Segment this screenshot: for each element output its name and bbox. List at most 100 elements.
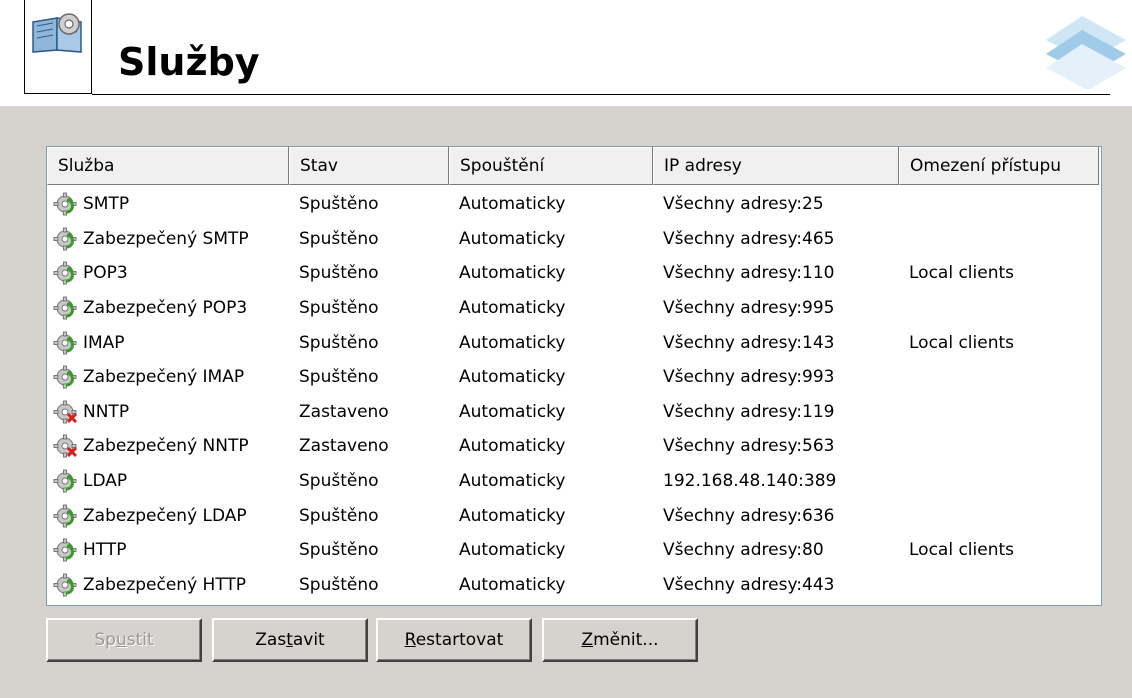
service-name-cell: Zabezpečený SMTP — [47, 227, 289, 251]
column-header-startup[interactable]: Spouštění — [449, 147, 653, 185]
startup-cell: Automaticky — [459, 298, 566, 319]
ip-cell: Všechny adresy:143 — [663, 332, 835, 353]
service-running-icon — [53, 296, 81, 320]
service-running-icon — [53, 331, 81, 355]
startup-cell: Automaticky — [459, 228, 566, 249]
table-row[interactable]: NNTP Zastaveno Automaticky Všechny adresy:1… — [47, 395, 1101, 430]
column-header-service[interactable]: Služba — [47, 147, 289, 185]
startup-cell: Automaticky — [459, 263, 566, 284]
service-name-cell: Zabezpečený IMAP — [47, 365, 289, 389]
column-header-status[interactable]: Stav — [289, 147, 449, 185]
startup-cell: Automaticky — [459, 505, 566, 526]
service-name-cell: Zabezpečený POP3 — [47, 296, 289, 320]
startup-cell: Automaticky — [459, 332, 566, 353]
service-name-cell: SMTP — [47, 192, 289, 216]
service-name: Zabezpečený NNTP — [83, 436, 249, 457]
service-name-cell: LDAP — [47, 469, 289, 493]
startup-cell: Automaticky — [459, 401, 566, 422]
ip-cell: Všechny adresy:110 — [663, 263, 835, 284]
access-cell: Local clients — [909, 263, 1015, 284]
table-row[interactable]: Zabezpečený HTTP Spuštěno Automaticky Všech… — [47, 568, 1101, 603]
restart-button[interactable]: Restartovat — [376, 618, 532, 662]
service-stopped-icon — [53, 400, 81, 424]
service-name: IMAP — [83, 332, 125, 353]
service-name-cell: IMAP — [47, 331, 289, 355]
table-body: SMTP Spuštěno Automaticky Všechny adresy:25… — [47, 187, 1101, 602]
page-header: Služby — [0, 0, 1132, 106]
status-cell: Zastaveno — [299, 401, 389, 422]
ip-cell: Všechny adresy:465 — [663, 228, 835, 249]
status-cell: Spuštěno — [299, 367, 379, 388]
services-book-icon — [24, 0, 92, 94]
status-cell: Spuštěno — [299, 471, 379, 492]
startup-cell: Automaticky — [459, 367, 566, 388]
column-header-ip[interactable]: IP adresy — [653, 147, 899, 185]
status-cell: Spuštěno — [299, 332, 379, 353]
start-button-hotkey: u — [115, 630, 127, 650]
status-cell: Spuštěno — [299, 540, 379, 561]
ip-cell: Všechny adresy:563 — [663, 436, 835, 457]
status-cell: Spuštěno — [299, 228, 379, 249]
page-title: Služby — [118, 40, 260, 84]
service-running-icon — [53, 227, 81, 251]
service-running-icon — [53, 573, 81, 597]
edit-button-hotkey: Z — [581, 630, 594, 650]
table-row[interactable]: IMAP Spuštěno Automaticky Všechny adresy:14… — [47, 325, 1101, 360]
table-row[interactable]: POP3 Spuštěno Automaticky Všechny adresy:11… — [47, 256, 1101, 291]
stop-button[interactable]: Zastavit — [212, 618, 368, 662]
table-row[interactable]: HTTP Spuštěno Automaticky Všechny adresy:80… — [47, 533, 1101, 568]
table-row[interactable]: Zabezpečený LDAP Spuštěno Automaticky Všech… — [47, 498, 1101, 533]
ip-cell: Všechny adresy:993 — [663, 367, 835, 388]
start-button-label: Sp — [94, 630, 116, 650]
service-name-cell: Zabezpečený NNTP — [47, 434, 289, 458]
status-cell: Spuštěno — [299, 194, 379, 215]
ip-cell: Všechny adresy:636 — [663, 505, 835, 526]
restart-button-hotkey: R — [404, 630, 416, 650]
stop-button-hotkey: t — [286, 630, 293, 650]
table-row[interactable]: Zabezpečený POP3 Spuštěno Automaticky Všech… — [47, 291, 1101, 326]
restart-button-label-rest: estartovat — [415, 630, 504, 650]
table-row[interactable]: LDAP Spuštěno Automaticky 192.168.48.140:38… — [47, 464, 1101, 499]
column-header-access[interactable]: Omezení přístupu — [899, 147, 1099, 185]
startup-cell: Automaticky — [459, 471, 566, 492]
service-running-icon — [53, 365, 81, 389]
table-row[interactable]: Zabezpečený NNTP Zastaveno Automaticky Všec… — [47, 429, 1101, 464]
table-row[interactable]: Zabezpečený SMTP Spuštěno Automaticky Všech… — [47, 222, 1101, 257]
service-name-cell: Zabezpečený HTTP — [47, 573, 289, 597]
service-name-cell: NNTP — [47, 400, 289, 424]
startup-cell: Automaticky — [459, 540, 566, 561]
service-name: NNTP — [83, 401, 130, 422]
title-divider — [92, 94, 1110, 95]
service-running-icon — [53, 192, 81, 216]
status-cell: Spuštěno — [299, 574, 379, 595]
table-row[interactable]: Zabezpečený IMAP Spuštěno Automaticky Všech… — [47, 360, 1101, 395]
service-name: LDAP — [83, 471, 128, 492]
service-name-cell: Zabezpečený LDAP — [47, 504, 289, 528]
service-running-icon — [53, 538, 81, 562]
start-button[interactable]: Spustit — [46, 618, 202, 662]
table-row[interactable]: SMTP Spuštěno Automaticky Všechny adresy:25 — [47, 187, 1101, 222]
edit-button[interactable]: Změnit... — [542, 618, 698, 662]
startup-cell: Automaticky — [459, 574, 566, 595]
status-cell: Zastaveno — [299, 436, 389, 457]
access-cell: Local clients — [909, 540, 1015, 561]
ip-cell: 192.168.48.140:389 — [663, 471, 837, 492]
startup-cell: Automaticky — [459, 436, 566, 457]
ip-cell: Všechny adresy:995 — [663, 298, 835, 319]
service-stopped-icon — [53, 434, 81, 458]
ip-cell: Všechny adresy:119 — [663, 401, 835, 422]
start-button-label-rest: stit — [126, 630, 154, 650]
service-name: POP3 — [83, 263, 128, 284]
services-table[interactable]: Služba Stav Spouštění IP adresy Omezení … — [46, 146, 1102, 606]
service-name: SMTP — [83, 194, 130, 215]
ip-cell: Všechny adresy:25 — [663, 194, 824, 215]
status-cell: Spuštěno — [299, 298, 379, 319]
service-name: Zabezpečený LDAP — [83, 505, 247, 526]
service-running-icon — [53, 261, 81, 285]
service-name: HTTP — [83, 540, 127, 561]
ip-cell: Všechny adresy:80 — [663, 540, 824, 561]
service-name: Zabezpečený SMTP — [83, 228, 249, 249]
service-name: Zabezpečený HTTP — [83, 574, 247, 595]
brand-logo-icon — [1022, 10, 1132, 100]
stop-button-label: Zas — [255, 630, 287, 650]
